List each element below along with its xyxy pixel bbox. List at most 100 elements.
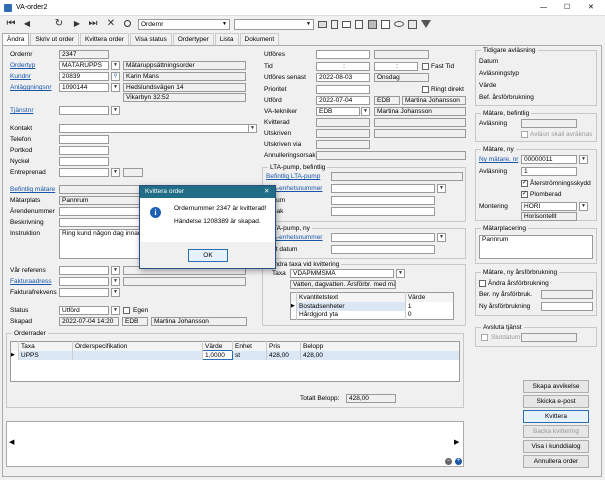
last-record-icon[interactable]: ⏭ bbox=[86, 17, 100, 31]
ringt-direkt-checkbox[interactable] bbox=[422, 86, 429, 93]
first-record-icon[interactable]: ⏮ bbox=[4, 17, 18, 31]
beskrivning-field[interactable] bbox=[59, 218, 141, 227]
ordertyp-dropdown-icon[interactable]: ▼ bbox=[111, 61, 120, 70]
tid-from[interactable]: : bbox=[316, 62, 370, 71]
utfores-field[interactable] bbox=[316, 50, 370, 59]
kontakt-dropdown-icon[interactable]: ▼ bbox=[248, 124, 257, 133]
fakturaadress-dropdown-icon[interactable]: ▼ bbox=[111, 277, 120, 286]
slutdatum-checkbox[interactable] bbox=[481, 334, 488, 341]
skapa-avvikelse-button[interactable]: Skapa avvikelse bbox=[523, 380, 589, 393]
backa-kvittering-button[interactable]: Backa kvittering bbox=[523, 425, 589, 438]
remove-icon[interactable]: − bbox=[445, 458, 452, 465]
search-input-dropdown-icon[interactable]: ▼ bbox=[306, 21, 311, 27]
export-icon[interactable] bbox=[381, 20, 390, 29]
table-cell[interactable]: 0 bbox=[405, 311, 453, 320]
printer-icon[interactable] bbox=[318, 21, 327, 28]
avlasning-ny-field[interactable]: 1 bbox=[521, 167, 577, 176]
eye-icon[interactable] bbox=[394, 21, 404, 27]
lta-enhetsnummer-dropdown-icon[interactable]: ▼ bbox=[437, 184, 446, 193]
skicka-epost-button[interactable]: Skicka e-post bbox=[523, 395, 589, 408]
egen-checkbox[interactable] bbox=[123, 307, 130, 314]
lta-ny-dropdown-icon[interactable]: ▼ bbox=[437, 233, 446, 242]
utford-field[interactable]: 2022-07-04 bbox=[316, 96, 370, 105]
telefon-field[interactable] bbox=[59, 135, 109, 144]
vatekniker-dropdown-icon[interactable]: ▼ bbox=[361, 107, 370, 116]
table-cell[interactable]: 1,0000 bbox=[202, 350, 233, 360]
tjanstnr-field[interactable] bbox=[59, 106, 109, 115]
fakturafrekvens-field[interactable] bbox=[59, 288, 109, 297]
var-referens-dropdown-icon[interactable]: ▼ bbox=[111, 266, 120, 275]
fakturaadress-link[interactable]: Fakturaadress bbox=[10, 277, 52, 286]
list-icon[interactable] bbox=[355, 20, 363, 29]
table-row[interactable]: Hårdgjord yta 0 bbox=[290, 310, 454, 320]
ny-arsforbrukning-field[interactable] bbox=[541, 302, 593, 311]
kundnr-field[interactable]: 20839 bbox=[59, 72, 109, 81]
clear-icon[interactable]: ✕ bbox=[104, 17, 118, 31]
plomberad-checkbox[interactable]: ✓ bbox=[521, 191, 528, 198]
kundnr-search-icon[interactable]: ⚲ bbox=[111, 72, 120, 81]
ordertyp-link[interactable]: Ordertyp bbox=[10, 61, 35, 70]
minimize-button[interactable]: — bbox=[540, 3, 547, 12]
arendenummer-field[interactable] bbox=[59, 207, 141, 216]
grid-icon[interactable] bbox=[408, 20, 417, 29]
fakturaadress-field[interactable] bbox=[59, 277, 109, 286]
utfores-senast-field[interactable]: 2022-08-03 bbox=[316, 73, 370, 82]
table-row[interactable]: ▶ UPPS 1,0000 st 428,00 428,00 bbox=[10, 350, 460, 360]
close-button[interactable]: ✕ bbox=[588, 3, 594, 12]
save-icon[interactable] bbox=[368, 20, 377, 29]
fakturafrekvens-dropdown-icon[interactable]: ▼ bbox=[111, 288, 120, 297]
entreprenad-field[interactable] bbox=[59, 168, 109, 177]
status-dropdown-icon[interactable]: ▼ bbox=[111, 306, 120, 315]
portkod-field[interactable] bbox=[59, 146, 109, 155]
status-field[interactable]: Utförd bbox=[59, 306, 109, 315]
montering-field[interactable]: HORI bbox=[521, 202, 577, 211]
befintlig-matare-link[interactable]: Befintlig mätare bbox=[10, 185, 55, 194]
var-referens-field[interactable] bbox=[59, 266, 109, 275]
lta-datum-field[interactable] bbox=[331, 196, 435, 205]
ny-matare-link[interactable]: Ny mätare, nr bbox=[479, 155, 518, 164]
dialog-ok-button[interactable]: OK bbox=[188, 249, 228, 262]
taxa-dropdown-icon[interactable]: ▼ bbox=[396, 269, 405, 278]
taxa-field[interactable]: VDÄPMMSMÅ bbox=[290, 269, 394, 278]
table-cell[interactable]: 1 bbox=[405, 302, 453, 311]
matarplacering-textarea[interactable]: Pannrum bbox=[479, 235, 593, 259]
table-row[interactable]: ▶ Bostadsenheter 1 bbox=[290, 301, 454, 311]
prioritet-field[interactable] bbox=[316, 85, 370, 94]
visa-kunddialog-button[interactable]: Visa i kunddialog bbox=[523, 440, 589, 453]
tjanstnr-link[interactable]: Tjänstnr bbox=[10, 106, 33, 115]
tid-to[interactable]: : bbox=[374, 62, 418, 71]
satt-datum-field[interactable] bbox=[331, 245, 435, 254]
aterstromningsskydd-checkbox[interactable]: ✓ bbox=[521, 180, 528, 187]
instruktion-textarea[interactable]: Ring kund någon dag innan bbox=[59, 229, 141, 259]
entreprenad-dropdown-icon[interactable]: ▼ bbox=[111, 168, 120, 177]
tab-visa-status[interactable]: Visa status bbox=[130, 33, 172, 45]
ny-matare-dropdown-icon[interactable]: ▼ bbox=[579, 155, 588, 164]
tab-dokument[interactable]: Dokument bbox=[239, 33, 280, 45]
avlasn-skall-checkbox[interactable] bbox=[521, 131, 528, 138]
kontakt-field[interactable] bbox=[59, 124, 249, 133]
tab-lista[interactable]: Lista bbox=[214, 33, 239, 45]
lta-ny-enhetsnummer-field[interactable] bbox=[331, 233, 435, 242]
previous-record-icon[interactable]: ◀ bbox=[20, 17, 34, 31]
lta-orsak-field[interactable] bbox=[331, 207, 435, 216]
vatekniker-field[interactable]: EDB bbox=[316, 107, 360, 116]
ny-matare-field[interactable]: 00000011 bbox=[521, 155, 577, 164]
refresh-icon[interactable]: ↻ bbox=[52, 17, 66, 31]
tab-ordertyper[interactable]: Ordertyper bbox=[172, 33, 214, 45]
scroll-right-icon[interactable]: ▶ bbox=[454, 438, 459, 446]
kvittera-button[interactable]: Kvittera bbox=[523, 410, 589, 423]
tab-kvittera-order[interactable]: Kvittera order bbox=[80, 33, 130, 45]
dialog-close-button[interactable]: ✕ bbox=[264, 187, 269, 196]
montering-dropdown-icon[interactable]: ▼ bbox=[579, 202, 588, 211]
ordertyp-code-field[interactable]: MÄTARUPPS bbox=[59, 61, 109, 70]
anlaggningsnr-field[interactable]: 1090144 bbox=[59, 83, 109, 92]
lta-enhetsnummer-field[interactable] bbox=[331, 184, 435, 193]
anlaggningsnr-dropdown-icon[interactable]: ▼ bbox=[111, 83, 120, 92]
search-input[interactable] bbox=[234, 19, 314, 30]
filter-icon[interactable] bbox=[421, 20, 431, 28]
andra-arsforbrukning-checkbox[interactable] bbox=[479, 280, 486, 287]
scroll-left-icon[interactable]: ◀ bbox=[9, 438, 14, 446]
tjanstnr-dropdown-icon[interactable]: ▼ bbox=[111, 106, 120, 115]
kundnr-link[interactable]: Kundnr bbox=[10, 72, 31, 81]
anlaggningsnr-link[interactable]: Anläggningsnr bbox=[10, 83, 52, 92]
